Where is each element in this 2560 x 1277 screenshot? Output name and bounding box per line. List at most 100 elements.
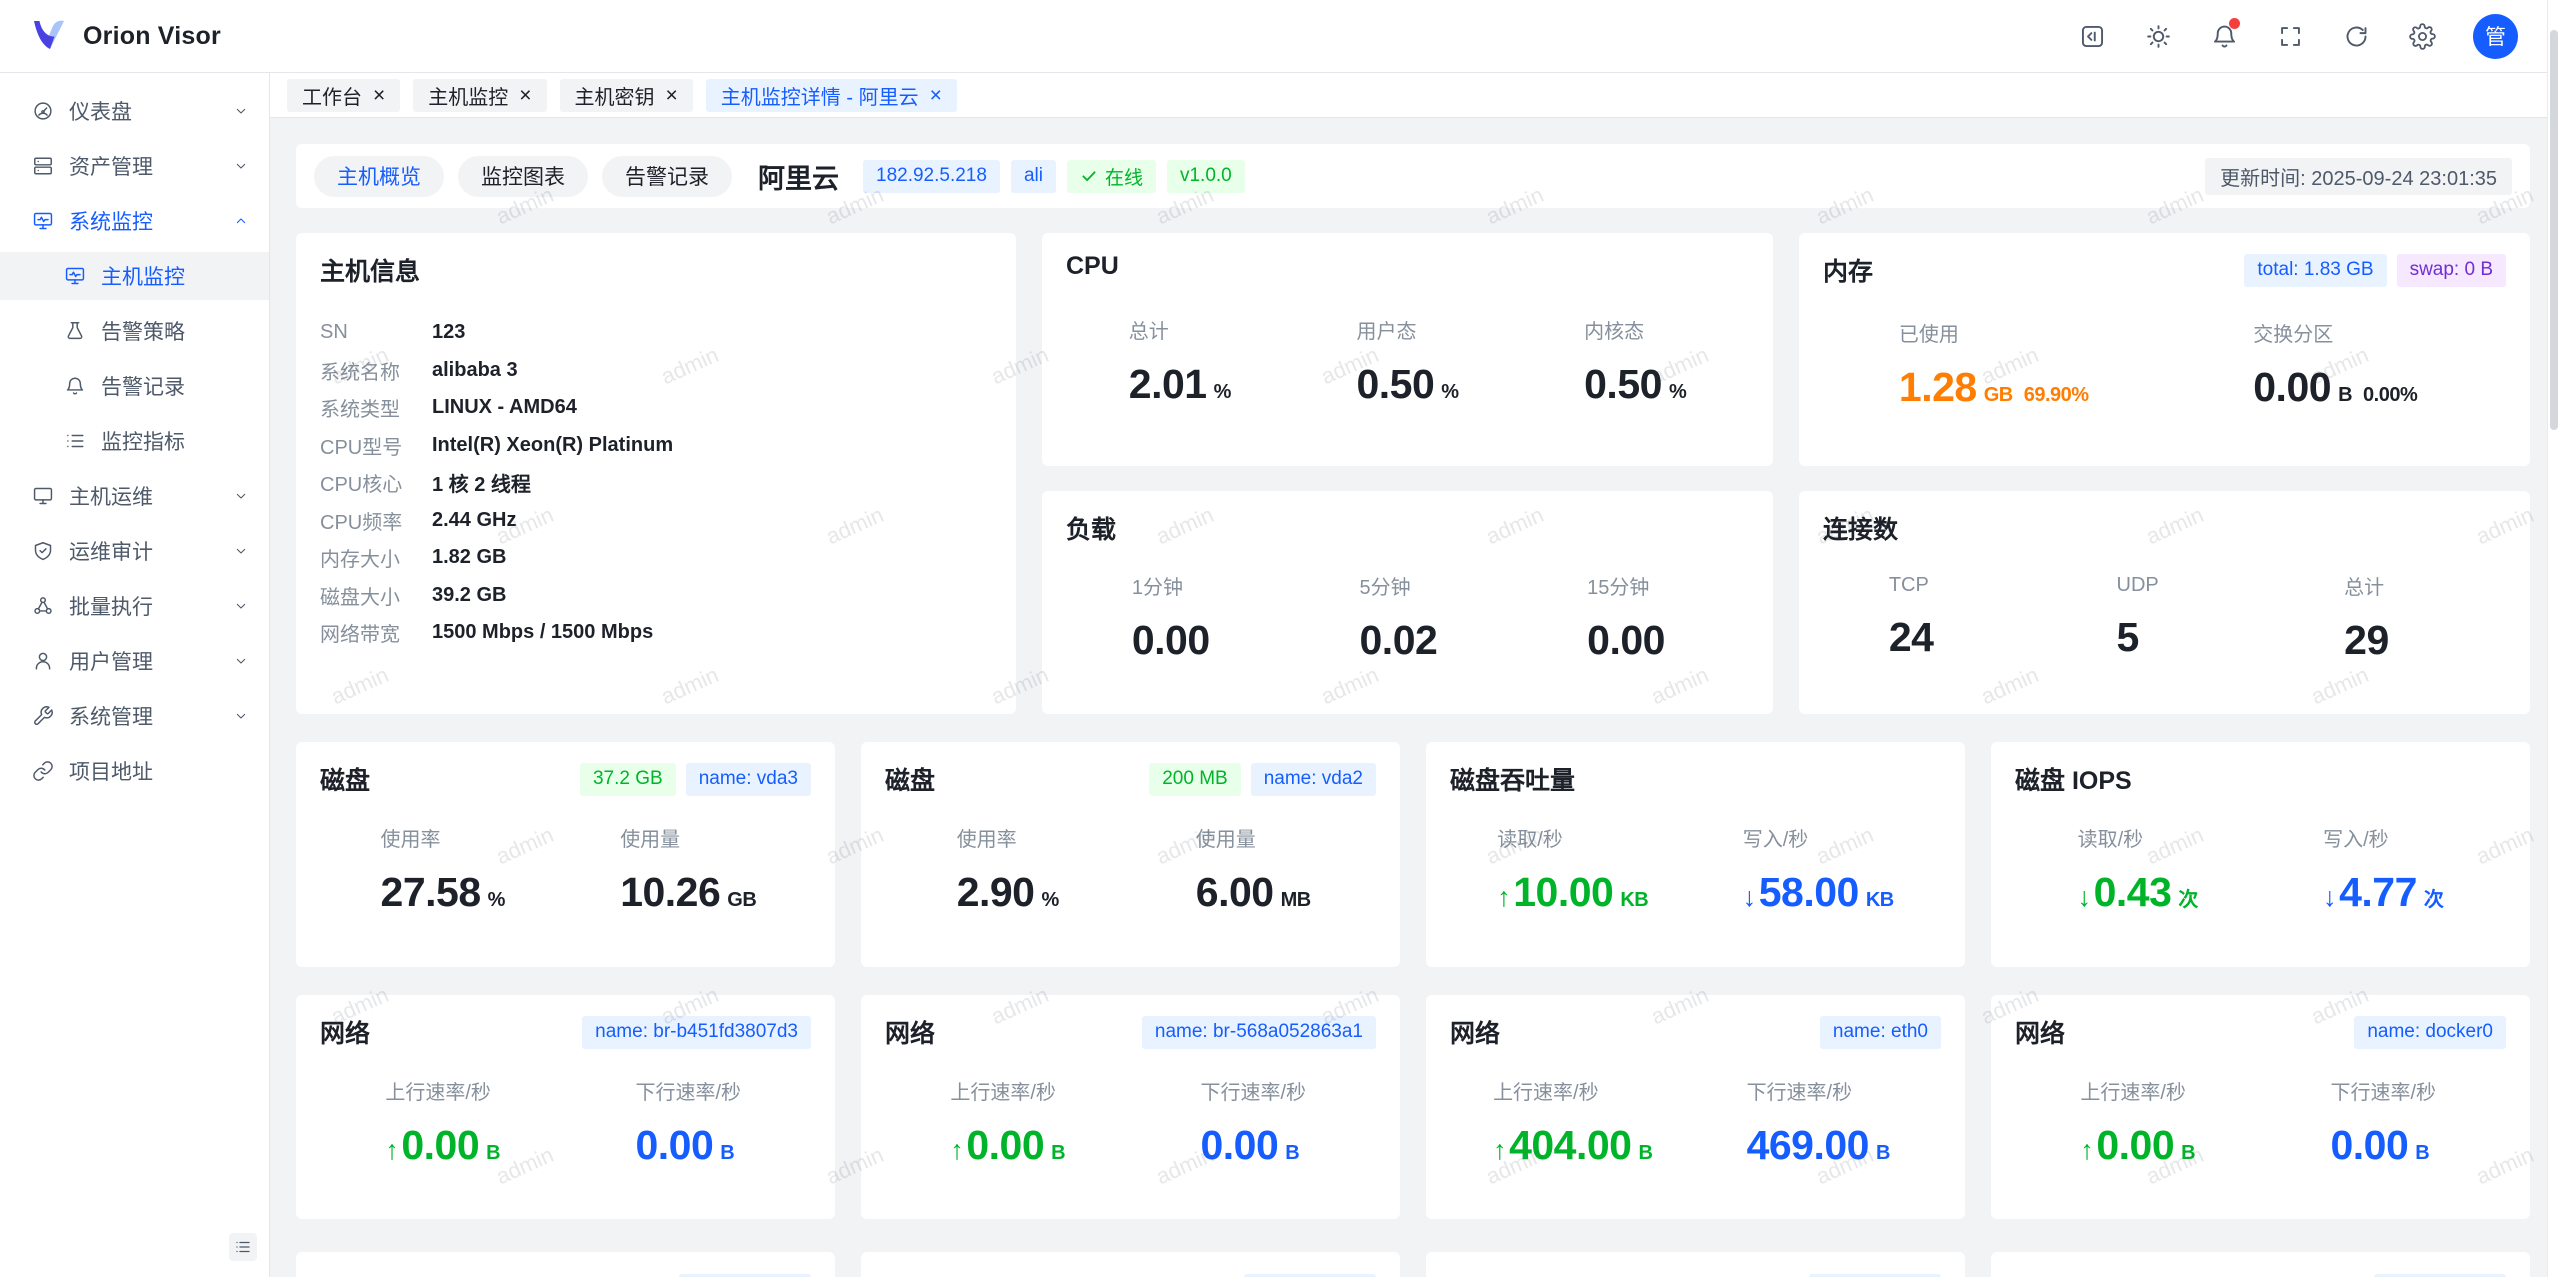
stat-label: TCP xyxy=(1889,574,1985,597)
stat-label: 使用率 xyxy=(957,823,1059,852)
stat-block: 使用量10.26GB xyxy=(620,823,756,916)
sidebar-item-label: 用户管理 xyxy=(69,646,153,676)
sidebar-subitem[interactable]: 监控指标 xyxy=(0,417,269,465)
stat-label: 总计 xyxy=(2344,571,2440,600)
fullscreen-icon[interactable] xyxy=(2269,15,2311,57)
stat-block: 读取/秒↑10.00KB xyxy=(1497,823,1648,916)
code-square-icon[interactable] xyxy=(2071,15,2113,57)
stat-value: ↑404.00B xyxy=(1493,1122,1652,1169)
sidebar-item-label: 项目地址 xyxy=(69,756,153,786)
content: 主机概览监控图表告警记录 阿里云 182.92.5.218ali在线v1.0.0… xyxy=(270,118,2560,1277)
card-badge: name: eth0 xyxy=(1820,1016,1941,1049)
card-title: 负载 xyxy=(1066,510,1116,546)
card-badge: swap: 0 B xyxy=(2397,254,2506,287)
refresh-icon[interactable] xyxy=(2335,15,2377,57)
stat-value: 0.00B xyxy=(1200,1122,1306,1169)
partial-grid: 网络网络网络网络 xyxy=(296,1252,2530,1277)
host-badge-text: v1.0.0 xyxy=(1180,165,1232,187)
host-info-value: 1.82 GB xyxy=(432,546,506,569)
sidebar-subitem[interactable]: 告警策略 xyxy=(0,307,269,355)
view-tab-charts[interactable]: 监控图表 xyxy=(458,156,588,197)
list-icon xyxy=(64,430,86,452)
tab-close-icon[interactable]: × xyxy=(930,85,942,106)
sidebar-item[interactable]: 主机运维 xyxy=(0,472,269,520)
tab[interactable]: 主机密钥× xyxy=(560,79,693,112)
settings-gear-icon[interactable] xyxy=(2401,15,2443,57)
sidebar-subitem[interactable]: 主机监控 xyxy=(0,252,269,300)
partial-card: 网络 xyxy=(861,1252,1400,1277)
stat-number: 0.00 xyxy=(2253,364,2331,411)
stat-number: 0.50 xyxy=(1584,361,1662,408)
sidebar-item[interactable]: 资产管理 xyxy=(0,142,269,190)
stat-value: 1.28GB69.90% xyxy=(1899,364,2089,411)
tab[interactable]: 主机监控× xyxy=(413,79,546,112)
card-title: 网络 xyxy=(2015,1014,2065,1050)
tab[interactable]: 主机监控详情 - 阿里云× xyxy=(706,79,957,112)
stat-block: 总计29 xyxy=(2344,571,2440,664)
brand[interactable]: Orion Visor xyxy=(30,16,221,56)
stat-number: 27.58 xyxy=(381,869,481,916)
stat-label: UDP xyxy=(2117,574,2213,597)
tab-close-icon[interactable]: × xyxy=(373,85,385,106)
stat: 上行速率/秒↑0.00B xyxy=(885,1076,1131,1169)
sidebar-item-label: 运维审计 xyxy=(69,536,153,566)
stat: 读取/秒↓0.43次 xyxy=(2015,823,2261,916)
sidebar-item[interactable]: 项目地址 xyxy=(0,747,269,795)
card-title: 网络 xyxy=(885,1271,935,1277)
stat-unit: 次 xyxy=(2178,883,2198,912)
stat-label: 内核态 xyxy=(1584,315,1686,344)
sidebar-subitem-label: 主机监控 xyxy=(101,261,185,291)
card-title: 网络 xyxy=(885,1014,935,1050)
sidebar-item[interactable]: 批量执行 xyxy=(0,582,269,630)
stat-number: 4.77 xyxy=(2339,869,2417,916)
stat-number: 0.02 xyxy=(1360,617,1438,664)
wrench-icon xyxy=(32,705,54,727)
host-info-row: 网络带宽1500 Mbps / 1500 Mbps xyxy=(320,614,992,652)
avatar[interactable]: 管 xyxy=(2473,14,2518,59)
stat-number: 2.90 xyxy=(957,869,1035,916)
sidebar-collapse-button[interactable] xyxy=(229,1233,257,1261)
host-badge: 182.92.5.218 xyxy=(863,160,1000,193)
stat-label: 上行速率/秒 xyxy=(1493,1076,1652,1105)
arrow-down-icon: ↓ xyxy=(2323,882,2336,913)
stat-label: 读取/秒 xyxy=(1497,823,1648,852)
sidebar-item[interactable]: 运维审计 xyxy=(0,527,269,575)
sidebar-subitem[interactable]: 告警记录 xyxy=(0,362,269,410)
stat-number: 2.01 xyxy=(1129,361,1207,408)
stat-value: ↓0.43次 xyxy=(2078,869,2198,916)
host-badge: 在线 xyxy=(1067,160,1156,193)
sidebar-subitem-label: 告警策略 xyxy=(101,316,185,346)
stat-block: 交换分区0.00B0.00% xyxy=(2253,318,2417,411)
card-head: 磁盘 IOPS xyxy=(2015,761,2506,797)
host-info-label: 内存大小 xyxy=(320,543,432,572)
card-title: 内存 xyxy=(1823,252,1873,288)
sidebar: 仪表盘资产管理系统监控主机监控告警策略告警记录监控指标主机运维运维审计批量执行用… xyxy=(0,73,270,1277)
card-title: 连接数 xyxy=(1823,510,1898,546)
card-badges: 37.2 GBname: vda3 xyxy=(580,763,811,796)
orion-visor-logo-icon xyxy=(30,16,70,56)
bell-icon xyxy=(64,375,86,397)
scrollbar-thumb[interactable] xyxy=(2550,30,2558,430)
stat: 上行速率/秒↑0.00B xyxy=(320,1076,566,1169)
host-info-row: SN123 xyxy=(320,314,992,352)
sidebar-item[interactable]: 系统管理 xyxy=(0,692,269,740)
tab[interactable]: 工作台× xyxy=(287,79,400,112)
view-tab-overview[interactable]: 主机概览 xyxy=(314,156,444,197)
sidebar-item[interactable]: 仪表盘 xyxy=(0,87,269,135)
stat-unit: % xyxy=(488,889,505,912)
stat-number: 0.00 xyxy=(1200,1122,1278,1169)
tab-close-icon[interactable]: × xyxy=(666,85,678,106)
arrow-up-icon: ↑ xyxy=(2080,1135,2093,1166)
host-badge: v1.0.0 xyxy=(1167,160,1245,193)
sidebar-item[interactable]: 系统监控 xyxy=(0,197,269,245)
card-head: 网络 xyxy=(2015,1271,2506,1277)
tab-close-icon[interactable]: × xyxy=(519,85,531,106)
disk-grid: 磁盘37.2 GBname: vda3使用率27.58%使用量10.26GB磁盘… xyxy=(296,742,2530,967)
server-icon xyxy=(32,155,54,177)
check-icon xyxy=(1080,167,1098,185)
card-badge: 200 MB xyxy=(1149,763,1240,796)
theme-brightness-icon[interactable] xyxy=(2137,15,2179,57)
notifications-bell-icon[interactable] xyxy=(2203,15,2245,57)
sidebar-item[interactable]: 用户管理 xyxy=(0,637,269,685)
view-tab-alerts[interactable]: 告警记录 xyxy=(602,156,732,197)
